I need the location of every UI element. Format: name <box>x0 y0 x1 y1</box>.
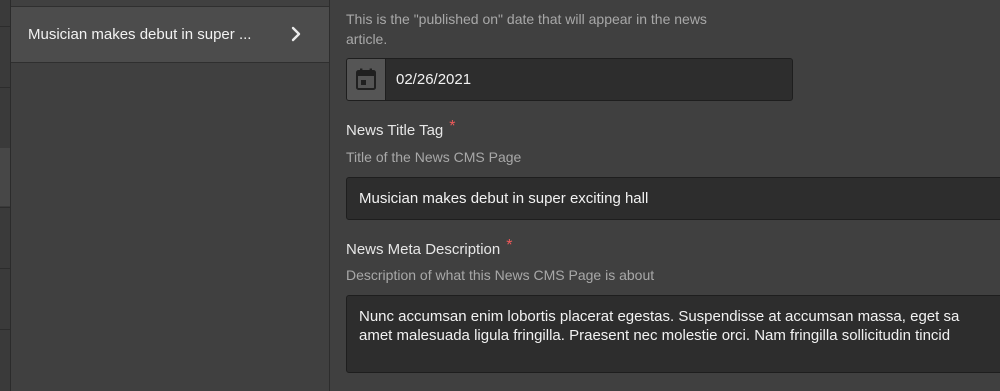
published-date-value: 02/26/2021 <box>396 71 472 88</box>
list-item[interactable]: Musician makes debut in super ... <box>11 6 329 63</box>
calendar-icon <box>356 68 376 90</box>
list-item-label: Musician makes debut in super ... <box>28 26 252 43</box>
required-marker: * <box>506 237 513 254</box>
rail-divider <box>0 207 10 208</box>
news-title-tag-input[interactable]: Musician makes debut in super exciting h… <box>346 177 1000 220</box>
news-title-tag-value: Musician makes debut in super exciting h… <box>359 190 649 207</box>
item-edit-form: This is the "published on" date that wil… <box>331 0 1000 391</box>
collection-item-list: Musician makes debut in super ... <box>11 0 330 391</box>
rail-divider <box>0 87 10 88</box>
rail-active-item[interactable] <box>0 148 10 206</box>
news-meta-description-help: Description of what this News CMS Page i… <box>346 267 655 283</box>
news-title-tag-label: News Title Tag * <box>346 118 456 141</box>
news-meta-description-textarea[interactable]: Nunc accumsan enim lobortis placerat ege… <box>346 295 1000 373</box>
published-date-help-line-2: article. <box>346 31 388 47</box>
date-picker-button[interactable] <box>347 59 386 100</box>
left-rail <box>0 0 11 391</box>
news-meta-description-line-2: amet malesuada ligula fringilla. Praesen… <box>359 327 951 344</box>
rail-divider <box>0 268 10 269</box>
news-title-tag-label-text: News Title Tag <box>346 122 444 139</box>
news-meta-description-label: News Meta Description * <box>346 237 513 260</box>
required-marker: * <box>449 118 456 135</box>
rail-divider <box>0 329 10 330</box>
chevron-right-icon <box>289 26 303 42</box>
published-date-help-line-1: This is the "published on" date that wil… <box>346 11 707 27</box>
news-title-tag-help: Title of the News CMS Page <box>346 149 522 165</box>
published-date-field[interactable]: 02/26/2021 <box>346 58 793 101</box>
news-meta-description-line-1: Nunc accumsan enim lobortis placerat ege… <box>359 308 960 325</box>
news-meta-description-label-text: News Meta Description <box>346 241 501 258</box>
published-date-help: This is the "published on" date that wil… <box>346 9 707 49</box>
cms-editor: Musician makes debut in super ... This i… <box>0 0 1000 391</box>
rail-divider <box>0 26 10 27</box>
